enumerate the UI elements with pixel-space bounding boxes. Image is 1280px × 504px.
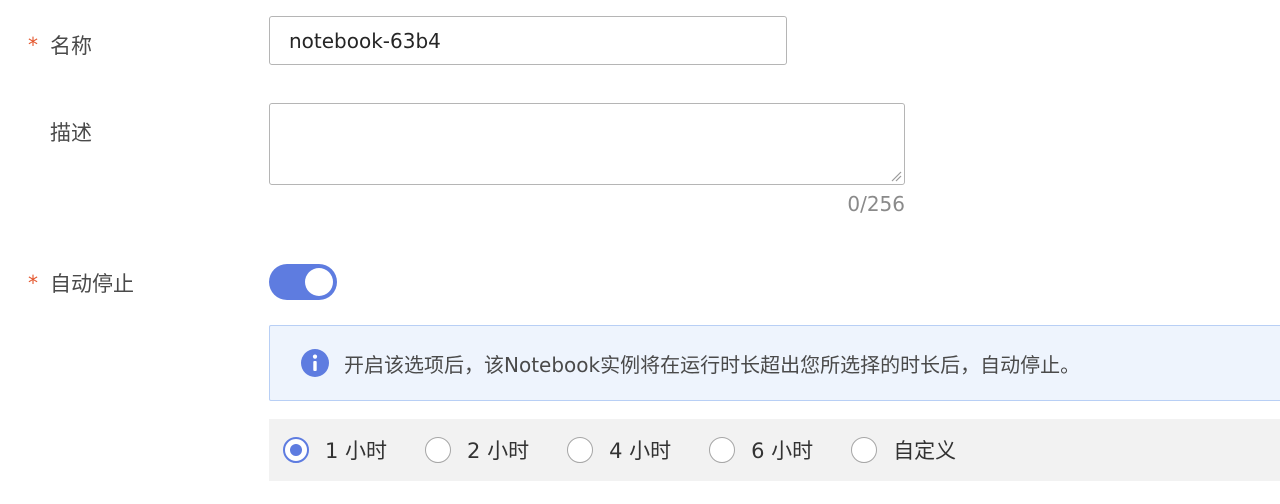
radio-unchecked-icon[interactable] <box>709 437 736 463</box>
duration-option-2h[interactable]: 2 小时 <box>425 435 529 465</box>
radio-unchecked-icon[interactable] <box>851 437 878 463</box>
radio-checked-icon[interactable] <box>283 437 309 463</box>
name-label: 名称 <box>50 34 92 58</box>
auto-stop-label: 自动停止 <box>50 272 134 296</box>
required-marker: * <box>28 33 38 57</box>
duration-option-1h[interactable]: 1 小时 <box>283 435 387 465</box>
description-char-counter: 0/256 <box>847 192 905 216</box>
description-label: 描述 <box>50 121 92 145</box>
toggle-knob <box>305 268 333 296</box>
auto-stop-info-box: 开启该选项后，该Notebook实例将在运行时长超出您所选择的时长后，自动停止。 <box>269 325 1280 401</box>
duration-option-label: 自定义 <box>893 439 957 463</box>
required-marker: * <box>28 271 38 295</box>
name-input[interactable]: notebook-63b4 <box>269 16 787 65</box>
info-icon <box>301 349 329 377</box>
auto-stop-info-text: 开启该选项后，该Notebook实例将在运行时长超出您所选择的时长后，自动停止。 <box>344 352 1081 377</box>
description-textarea[interactable] <box>269 103 905 185</box>
duration-option-label: 4 小时 <box>609 439 672 463</box>
duration-option-label: 6 小时 <box>751 439 814 463</box>
description-label-row: 描述 <box>28 117 92 147</box>
resize-handle-icon[interactable] <box>890 170 902 182</box>
auto-stop-toggle[interactable] <box>269 264 337 300</box>
duration-option-label: 1 小时 <box>325 439 388 463</box>
name-label-row: * 名称 <box>28 30 92 60</box>
auto-stop-duration-group: 1 小时 2 小时 4 小时 6 小时 自定义 <box>269 419 1280 481</box>
auto-stop-label-row: * 自动停止 <box>28 268 134 298</box>
duration-option-label: 2 小时 <box>467 439 530 463</box>
duration-option-custom[interactable]: 自定义 <box>851 435 956 465</box>
radio-unchecked-icon[interactable] <box>425 437 452 463</box>
duration-option-4h[interactable]: 4 小时 <box>567 435 671 465</box>
radio-unchecked-icon[interactable] <box>567 437 594 463</box>
duration-option-6h[interactable]: 6 小时 <box>709 435 813 465</box>
name-input-value: notebook-63b4 <box>289 28 441 53</box>
